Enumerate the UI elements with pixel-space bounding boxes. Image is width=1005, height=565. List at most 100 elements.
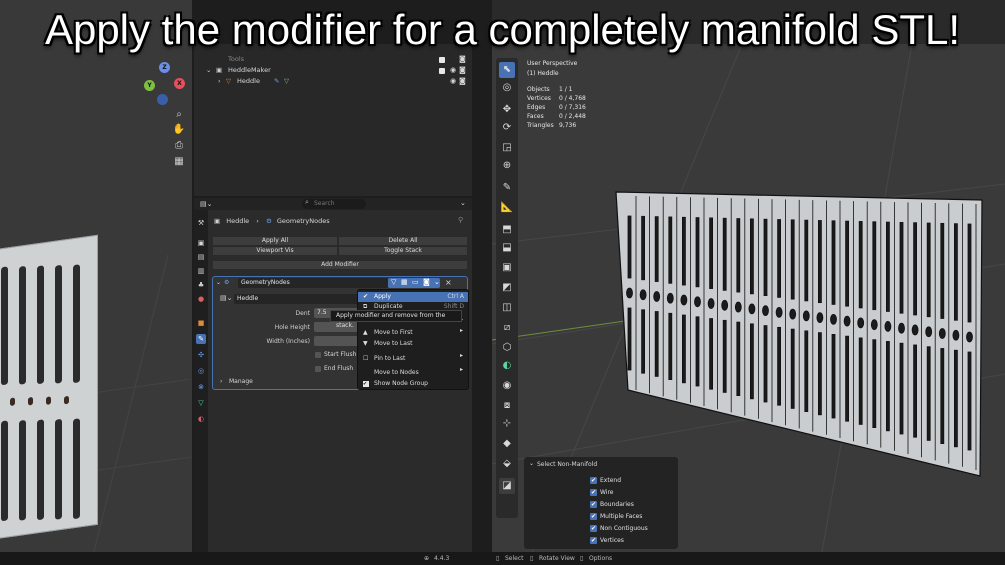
extrude-icon[interactable]: ⬓ — [499, 240, 515, 256]
menu-item-move-nodes[interactable]: Move to Nodes — [358, 368, 468, 378]
modifier-tab-icon[interactable]: ✎ — [196, 334, 206, 344]
camera-icon[interactable]: ◙ — [459, 76, 466, 87]
view-layer-tab-icon[interactable]: ▥ — [196, 266, 206, 276]
camera-icon[interactable]: ◙ — [459, 65, 466, 76]
knife-icon[interactable]: ⧄ — [499, 320, 515, 336]
apply-all-button[interactable]: Apply All — [212, 236, 338, 246]
monitor-icon[interactable]: ▭ — [412, 278, 419, 286]
extend-checkbox[interactable]: ✔ — [590, 477, 597, 484]
move-icon[interactable]: ✥ — [499, 102, 515, 118]
pan-hand-icon[interactable]: ✋ — [172, 123, 186, 137]
menu-item-show-node-group[interactable]: ✔ Show Node Group — [358, 379, 468, 389]
viewport-toolbar[interactable]: ⬉ ◎ ✥ ⟳ ◲ ⊕ ✎ 📐 ⬒ ⬓ ▣ ◩ ◫ ⧄ ⬡ ◐ ◉ ⧇ ⊹ ◆ … — [496, 58, 518, 518]
measure-icon[interactable]: 📐 — [499, 200, 515, 216]
editmode-cage-icon[interactable]: ▦ — [401, 278, 408, 286]
constraints-tab-icon[interactable]: ⊗ — [196, 382, 206, 392]
cursor-icon[interactable]: ◎ — [499, 80, 515, 96]
transform-icon[interactable]: ⊕ — [499, 158, 515, 174]
bevel-icon[interactable]: ◩ — [499, 280, 515, 296]
gizmo-neg-z-icon[interactable] — [157, 94, 168, 105]
menu-item-apply[interactable]: ✔ Apply Ctrl A — [358, 292, 468, 302]
tool-tab-icon[interactable]: ⚒ — [196, 218, 206, 228]
navigation-gizmo[interactable]: Z X Y — [140, 58, 190, 108]
measure-box-icon[interactable]: ◪ — [499, 478, 515, 494]
render-tab-icon[interactable]: ▣ — [196, 238, 206, 248]
chevron-right-icon[interactable]: › — [218, 76, 221, 87]
menu-item-move-last[interactable]: ▼ Move to Last — [358, 339, 468, 349]
shrink-icon[interactable]: ⊹ — [499, 416, 515, 432]
loop-cut-icon[interactable]: ◫ — [499, 300, 515, 316]
start-flush-checkbox[interactable] — [315, 352, 321, 358]
outliner[interactable]: Tools ◙ ⌄ ▣ HeddleMaker ◉ ◙ › ▽ Heddle ✎… — [194, 44, 472, 196]
vertices-checkbox[interactable]: ✔ — [590, 537, 597, 544]
chevron-down-icon[interactable]: ⌄ — [529, 460, 534, 467]
add-cube-icon[interactable]: ⬒ — [499, 222, 515, 238]
modifier-name-field[interactable]: GeometryNodes — [238, 278, 388, 288]
boundaries-checkbox[interactable]: ✔ — [590, 501, 597, 508]
gizmo-x-icon[interactable]: X — [174, 78, 185, 89]
wire-checkbox[interactable]: ✔ — [590, 489, 597, 496]
mesh-data-icon[interactable]: ▽ — [284, 76, 289, 87]
select-non-manifold-panel[interactable]: ⌄ Select Non-Manifold ✔ Extend ✔ Wire ✔ … — [524, 457, 678, 549]
left-viewport[interactable]: Z X Y ⌕ ✋ ⎙ ▦ — [0, 0, 192, 552]
non-contiguous-checkbox[interactable]: ✔ — [590, 525, 597, 532]
output-tab-icon[interactable]: ▤ — [196, 252, 206, 262]
physics-tab-icon[interactable]: ◎ — [196, 366, 206, 376]
stat-label: Edges — [527, 104, 546, 111]
eye-icon[interactable]: ◉ — [450, 76, 456, 87]
edge-slide-icon[interactable]: ⧇ — [499, 398, 515, 414]
object-tab-icon[interactable]: ■ — [196, 318, 206, 328]
scene-tab-icon[interactable]: ♣ — [196, 280, 206, 290]
outliner-row-heddlemaker[interactable]: ⌄ ▣ HeddleMaker ◉ ◙ — [194, 65, 472, 76]
annotate-icon[interactable]: ✎ — [499, 180, 515, 196]
menu-item-pin-last[interactable]: ☐ Pin to Last — [358, 354, 468, 364]
eye-icon[interactable]: ◉ — [450, 65, 456, 76]
heddle-eye — [748, 303, 756, 315]
toggle-stack-button[interactable]: Toggle Stack — [338, 246, 468, 256]
heddle-slot — [763, 325, 768, 403]
multiple-faces-checkbox[interactable]: ✔ — [590, 513, 597, 520]
smooth-icon[interactable]: ◉ — [499, 378, 515, 394]
modifier-wrench-icon[interactable]: ✎ — [274, 76, 279, 87]
search-input[interactable]: Search — [302, 199, 366, 209]
material-tab-icon[interactable]: ◐ — [196, 414, 206, 424]
chevron-down-icon[interactable]: ⌄ — [434, 278, 440, 286]
area-divider[interactable] — [473, 0, 492, 552]
zoom-icon[interactable]: ⌕ — [172, 108, 186, 122]
modifier-context-menu[interactable]: ✔ Apply Ctrl A ⧉ Duplicate Shift D ▲ Mov… — [357, 289, 469, 390]
end-flush-checkbox[interactable] — [315, 366, 321, 372]
add-modifier-button[interactable]: Add Modifier — [212, 260, 468, 270]
scale-icon[interactable]: ◲ — [499, 140, 515, 156]
rotate-icon[interactable]: ⟳ — [499, 120, 515, 136]
poly-build-icon[interactable]: ⬡ — [499, 340, 515, 356]
viewport-vis-button[interactable]: Viewport Vis — [212, 246, 338, 256]
chevron-down-icon[interactable]: ⌄ — [216, 279, 221, 286]
select-box-icon[interactable]: ⬉ — [499, 62, 515, 78]
manage-panel-label[interactable]: Manage — [229, 378, 253, 385]
particles-tab-icon[interactable]: ✣ — [196, 350, 206, 360]
spin-icon[interactable]: ◐ — [499, 358, 515, 374]
camera-icon[interactable]: ⎙ — [172, 139, 186, 153]
rip-icon[interactable]: ⬙ — [499, 456, 515, 472]
properties-tabs[interactable]: ⚒ ▣ ▤ ▥ ♣ ● ■ ✎ ✣ ◎ ⊗ ▽ ◐ — [194, 210, 208, 552]
outliner-row-heddle[interactable]: › ▽ Heddle ✎ ▽ ◉ ◙ — [194, 76, 472, 87]
world-tab-icon[interactable]: ● — [196, 294, 206, 304]
data-tab-icon[interactable]: ▽ — [196, 398, 206, 408]
chevron-right-icon[interactable]: › — [220, 378, 222, 385]
close-icon[interactable]: × — [445, 278, 452, 287]
gizmo-z-icon[interactable]: Z — [159, 62, 170, 73]
collection-checkbox[interactable] — [439, 68, 445, 74]
chevron-down-icon[interactable]: ⌄ — [460, 199, 466, 207]
shear-icon[interactable]: ◆ — [499, 436, 515, 452]
pin-icon[interactable]: ⚲ — [458, 216, 463, 224]
camera-icon[interactable]: ◙ — [423, 278, 430, 286]
inset-icon[interactable]: ▣ — [499, 260, 515, 276]
delete-all-button[interactable]: Delete All — [338, 236, 468, 246]
grid-view-icon[interactable]: ▦ — [172, 155, 186, 169]
menu-item-move-first[interactable]: ▲ Move to First — [358, 328, 468, 338]
chevron-down-icon[interactable]: ⌄ — [206, 65, 211, 76]
edit-mode-icon[interactable]: ▽ — [391, 278, 396, 286]
collection-checkbox[interactable] — [439, 57, 445, 63]
editor-type-icon[interactable]: ▤⌄ — [200, 200, 212, 208]
gizmo-y-icon[interactable]: Y — [144, 80, 155, 91]
